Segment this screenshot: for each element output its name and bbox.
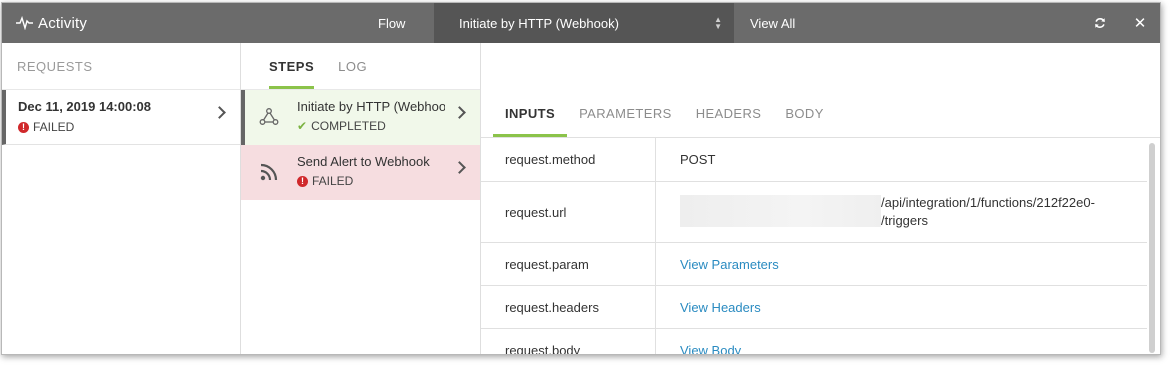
activity-window: Activity Flow Initiate by HTTP (Webhook)… — [1, 2, 1161, 355]
scrollbar[interactable] — [1149, 143, 1155, 353]
details-tabs: INPUTS PARAMETERS HEADERS BODY — [481, 43, 1160, 138]
requests-panel: REQUESTS Dec 11, 2019 14:00:08 ! FAILED — [2, 43, 241, 354]
tab-parameters[interactable]: PARAMETERS — [567, 106, 684, 137]
inputs-table: request.method POST request.url /api/int… — [481, 138, 1147, 355]
pulse-icon — [16, 16, 33, 30]
step-status-label: FAILED — [312, 174, 354, 188]
requests-heading: REQUESTS — [2, 43, 240, 90]
chevron-right-icon — [453, 161, 466, 174]
step-status: ✔ COMPLETED — [297, 119, 480, 133]
webhook-icon — [259, 108, 279, 125]
row-value: /api/integration/1/functions/212f22e0- /… — [656, 182, 1147, 242]
error-icon: ! — [18, 121, 29, 133]
request-status-label: FAILED — [33, 120, 75, 134]
row-key: request.url — [481, 182, 656, 242]
step-title: Initiate by HTTP (Webhook) — [297, 99, 445, 114]
table-row: request.url /api/integration/1/functions… — [481, 182, 1147, 243]
tab-inputs[interactable]: INPUTS — [493, 106, 568, 137]
row-value: POST — [680, 152, 716, 167]
step-title: Send Alert to Webhook — [297, 154, 430, 169]
row-value: View Headers — [656, 286, 1147, 328]
page-title: Activity — [38, 14, 88, 32]
check-icon: ✔ — [297, 119, 308, 133]
view-parameters-link[interactable]: View Parameters — [680, 257, 779, 272]
rss-icon — [260, 163, 278, 181]
row-key: request.param — [481, 243, 656, 285]
step-status-label: COMPLETED — [311, 119, 386, 133]
flow-select[interactable]: Initiate by HTTP (Webhook) ▲ ▼ — [434, 3, 734, 43]
tab-body[interactable]: BODY — [773, 106, 835, 137]
row-key: request.headers — [481, 286, 656, 328]
table-row: request.body View Body — [481, 329, 1147, 355]
view-all-link[interactable]: View All — [734, 16, 795, 31]
chevron-right-icon — [453, 106, 466, 119]
brand: Activity — [2, 15, 378, 32]
error-icon: ! — [297, 175, 308, 187]
view-body-link[interactable]: View Body — [680, 343, 741, 355]
row-key: request.body — [481, 329, 656, 354]
refresh-icon[interactable] — [1080, 3, 1120, 43]
close-icon[interactable]: ✕ — [1120, 3, 1160, 43]
flow-label: Flow — [378, 15, 406, 31]
row-value: View Parameters — [656, 243, 1147, 285]
row-value: View Body — [656, 329, 1147, 355]
redacted-block — [680, 195, 881, 227]
table-row: request.param View Parameters — [481, 243, 1147, 286]
tab-steps[interactable]: STEPS — [269, 59, 315, 89]
step-status: ! FAILED — [297, 174, 480, 188]
step-item-initiate[interactable]: Initiate by HTTP (Webhook) ✔ COMPLETED — [241, 90, 480, 145]
flow-select-value: Initiate by HTTP (Webhook) — [459, 15, 619, 31]
table-row: request.headers View Headers — [481, 286, 1147, 329]
tab-headers[interactable]: HEADERS — [684, 106, 774, 137]
details-panel: INPUTS PARAMETERS HEADERS BODY request.m… — [481, 43, 1160, 354]
request-date: Dec 11, 2019 14:00:08 — [18, 99, 151, 114]
request-item[interactable]: Dec 11, 2019 14:00:08 ! FAILED — [2, 90, 240, 145]
url-value: /api/integration/1/functions/212f22e0- /… — [680, 194, 1095, 230]
view-headers-link[interactable]: View Headers — [680, 300, 761, 315]
row-key: request.method — [481, 138, 656, 181]
tab-log[interactable]: LOG — [338, 59, 367, 89]
request-status: ! FAILED — [18, 120, 240, 134]
step-item-send-alert[interactable]: Send Alert to Webhook ! FAILED — [241, 145, 480, 200]
steps-tabs: STEPS LOG — [241, 43, 480, 90]
table-row: request.method POST — [481, 138, 1147, 182]
select-updown-icon: ▲ ▼ — [714, 15, 722, 31]
header-bar: Activity Flow Initiate by HTTP (Webhook)… — [2, 3, 1160, 43]
steps-panel: STEPS LOG Initiate by HTTP (Webhook) ✔ C… — [241, 43, 481, 354]
